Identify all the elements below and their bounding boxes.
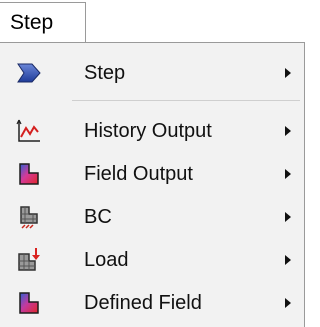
menu-item-label: Field Output — [84, 163, 193, 185]
submenu-arrow-icon — [285, 68, 291, 78]
step-arrow-icon — [16, 60, 42, 86]
menu-item-label: BC — [84, 206, 112, 228]
menu-item-step[interactable]: Step — [0, 53, 303, 93]
field-output-icon — [16, 161, 42, 187]
history-output-icon — [16, 118, 42, 144]
menu-item-history-output[interactable]: History Output — [0, 111, 303, 151]
menu-bar: Step — [0, 0, 311, 44]
submenu-arrow-icon — [285, 169, 291, 179]
menu-item-defined-field[interactable]: Defined Field — [0, 283, 303, 323]
submenu-arrow-icon — [285, 255, 291, 265]
step-dropdown-menu: Step History Output Field Output BC Load… — [0, 42, 305, 327]
bc-icon — [16, 204, 42, 230]
menu-item-label: Load — [84, 249, 129, 271]
menu-separator — [72, 100, 300, 101]
submenu-arrow-icon — [285, 212, 291, 222]
menu-item-label: History Output — [84, 120, 212, 142]
menu-item-label: Defined Field — [84, 292, 202, 314]
menu-item-label: Step — [84, 62, 126, 84]
menu-item-load[interactable]: Load — [0, 240, 303, 280]
defined-field-icon — [16, 290, 42, 316]
load-icon — [16, 247, 42, 273]
submenu-arrow-icon — [285, 126, 291, 136]
menu-tab-step[interactable]: Step — [0, 2, 86, 42]
submenu-arrow-icon — [285, 298, 291, 308]
menu-item-bc[interactable]: BC — [0, 197, 303, 237]
menu-item-field-output[interactable]: Field Output — [0, 154, 303, 194]
